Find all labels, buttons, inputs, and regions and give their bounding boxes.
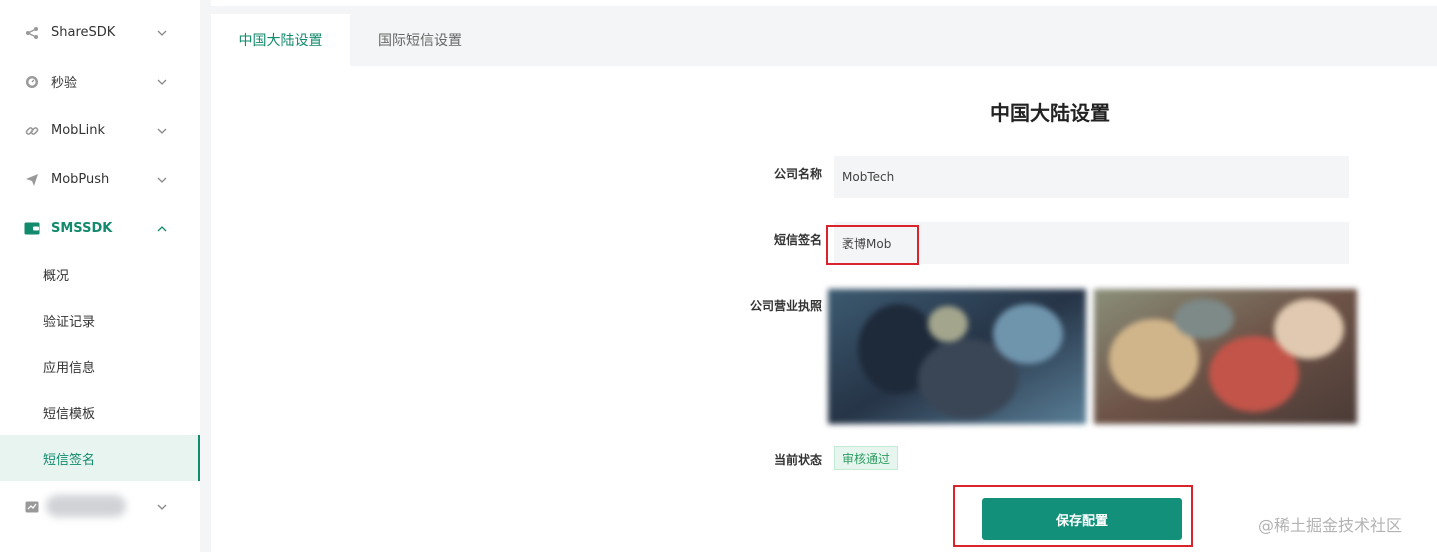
- save-config-button[interactable]: 保存配置: [982, 498, 1182, 540]
- sidebar-subitem-label: 短信模板: [43, 406, 96, 422]
- paper-plane-icon: [24, 172, 40, 188]
- company-name-label: 公司名称: [773, 167, 822, 181]
- share-icon: [24, 25, 40, 41]
- top-strip: [211, 0, 1437, 6]
- tab-international-sms-settings[interactable]: 国际短信设置: [350, 14, 490, 66]
- chevron-down-icon: [157, 77, 167, 87]
- sidebar-subitem-overview[interactable]: 概况: [0, 251, 200, 297]
- sidebar-item-label: ShareSDK: [51, 25, 116, 40]
- page-title: 中国大陆设置: [990, 101, 1110, 125]
- watermark: @稀土掘金技术社区: [1258, 516, 1403, 535]
- sidebar: ShareSDK 秒验 MobLink MobPush SMSSDK 概况 验证…: [0, 0, 200, 552]
- sidebar-subitem-label: 短信签名: [43, 452, 96, 468]
- chevron-down-icon: [157, 175, 167, 185]
- sidebar-item-label: SMSSDK: [51, 221, 113, 236]
- sidebar-item-moblink[interactable]: MobLink: [0, 106, 200, 155]
- business-license-image-back[interactable]: [1094, 289, 1357, 424]
- blurred-label: [46, 495, 126, 517]
- chevron-down-icon: [157, 28, 167, 38]
- sidebar-subitem-sms-signature[interactable]: 短信签名: [0, 435, 200, 481]
- business-license-label: 公司营业执照: [749, 299, 822, 313]
- sidebar-item-sharesdk[interactable]: ShareSDK: [0, 8, 200, 57]
- chevron-up-icon: [157, 224, 167, 234]
- sidebar-item-miaoyan[interactable]: 秒验: [0, 57, 200, 106]
- tab-bar: 中国大陆设置 国际短信设置: [211, 14, 1437, 66]
- link-icon: [24, 123, 40, 139]
- company-name-field[interactable]: MobTech: [834, 156, 1349, 198]
- sidebar-subitem-label: 验证记录: [43, 314, 96, 330]
- sidebar-item-label: MobPush: [51, 172, 110, 187]
- sidebar-item-label: 秒验: [51, 76, 78, 91]
- clock-icon: [24, 74, 40, 90]
- sms-signature-label: 短信签名: [773, 233, 822, 247]
- sidebar-item-smssdk[interactable]: SMSSDK: [0, 204, 200, 253]
- business-license-image-front[interactable]: [828, 289, 1086, 424]
- tab-mainland-settings[interactable]: 中国大陆设置: [211, 14, 350, 66]
- sidebar-item-label: MobLink: [51, 123, 106, 138]
- chart-icon: [24, 499, 40, 515]
- sidebar-subitem-label: 概况: [43, 268, 70, 284]
- sidebar-subitem-sms-template[interactable]: 短信模板: [0, 389, 200, 435]
- sidebar-subitem-app-info[interactable]: 应用信息: [0, 343, 200, 389]
- tab-label: 中国大陆设置: [238, 33, 323, 49]
- sms-signature-field[interactable]: 袤博Mob: [834, 222, 1349, 264]
- chevron-down-icon: [157, 126, 167, 136]
- wallet-icon: [24, 221, 40, 237]
- tab-label: 国际短信设置: [378, 33, 462, 49]
- sidebar-subitem-verify-records[interactable]: 验证记录: [0, 297, 200, 343]
- sidebar-item-mobpush[interactable]: MobPush: [0, 155, 200, 204]
- status-badge: 审核通过: [834, 446, 898, 470]
- sidebar-subitem-label: 应用信息: [43, 360, 96, 376]
- chevron-down-icon: [157, 502, 167, 512]
- status-label: 当前状态: [773, 453, 822, 467]
